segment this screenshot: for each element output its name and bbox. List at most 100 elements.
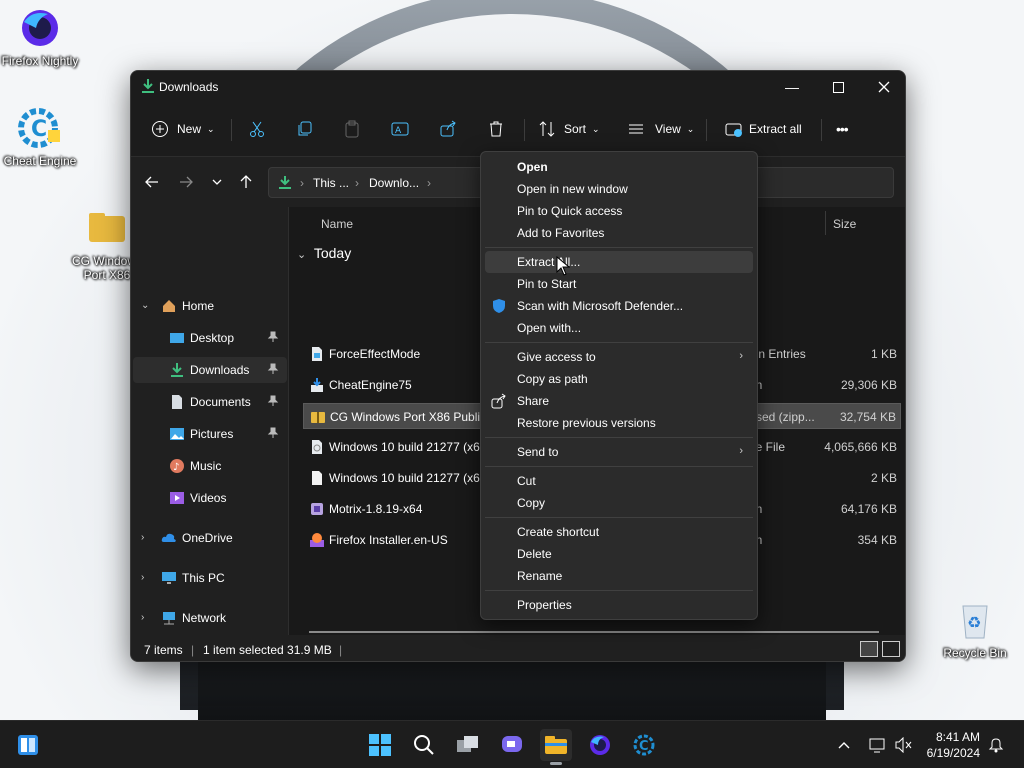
copy-icon: [298, 121, 312, 136]
download-arrow-icon: [279, 176, 291, 189]
sort-button[interactable]: Sort ⌄: [538, 113, 600, 145]
desktop-icon-firefox-nightly[interactable]: Firefox Nightly: [0, 6, 80, 68]
sidebar-item-downloads[interactable]: Downloads: [133, 357, 287, 383]
menu-item-share[interactable]: Share: [485, 390, 753, 412]
sidebar-item-documents[interactable]: Documents: [133, 389, 287, 415]
system-clock[interactable]: 8:41 AM 6/19/2024: [927, 729, 980, 761]
show-hidden-icons-button[interactable]: [834, 729, 854, 761]
share-button[interactable]: [439, 113, 457, 145]
menu-separator: [485, 342, 753, 343]
firefox-nightly-icon: [18, 6, 62, 50]
mouse-pointer-icon: [556, 256, 570, 276]
start-button[interactable]: [364, 729, 396, 761]
breadcrumb-separator: ›: [427, 176, 431, 190]
network-status-button[interactable]: [866, 729, 890, 761]
search-button[interactable]: [408, 729, 440, 761]
delete-button[interactable]: [487, 113, 505, 145]
see-more-button[interactable]: •••: [836, 113, 849, 145]
column-header-name[interactable]: Name: [321, 217, 353, 231]
file-name: CheatEngine75: [329, 378, 412, 392]
download-arrow-icon: [142, 79, 154, 93]
view-button[interactable]: View ⌄: [627, 113, 694, 145]
desktop-icon-recycle-bin[interactable]: ♻ Recycle Bin: [935, 598, 1015, 660]
chevron-down-icon: ⌄: [686, 123, 695, 134]
sidebar-item-network[interactable]: › Network: [133, 605, 287, 631]
menu-item-copy[interactable]: Copy: [485, 492, 753, 514]
menu-item-pin-quick-access[interactable]: Pin to Quick access: [485, 200, 753, 222]
arrow-left-icon: [145, 176, 158, 188]
rename-button[interactable]: A: [391, 113, 409, 145]
widgets-button[interactable]: [12, 729, 44, 761]
new-button[interactable]: New ⌄: [151, 113, 215, 145]
menu-item-open[interactable]: Open: [485, 156, 753, 178]
sidebar-item-onedrive[interactable]: › OneDrive: [133, 525, 287, 551]
back-button[interactable]: [141, 171, 163, 193]
up-button[interactable]: [235, 171, 257, 193]
menu-item-add-favorites[interactable]: Add to Favorites: [485, 222, 753, 244]
forward-button[interactable]: [175, 171, 197, 193]
desktop-icon-cheat-engine[interactable]: C Cheat Engine: [0, 106, 80, 168]
menu-item-copy-path[interactable]: Copy as path: [485, 368, 753, 390]
paste-button[interactable]: [343, 113, 361, 145]
menu-item-restore-versions[interactable]: Restore previous versions: [485, 412, 753, 434]
extract-all-button[interactable]: Extract all: [725, 113, 802, 145]
sidebar-item-pictures[interactable]: Pictures: [133, 421, 287, 447]
taskbar-file-explorer[interactable]: [540, 729, 572, 765]
taskbar-cheat-engine[interactable]: C: [628, 729, 660, 761]
file-size: 29,306 KB: [840, 378, 897, 392]
breadcrumb-downloads[interactable]: Downlo...: [369, 176, 419, 190]
minimize-button[interactable]: —: [769, 71, 815, 103]
file-name: CG Windows Port X86 Public: [330, 410, 487, 424]
taskbar: C 8:41 AM 6/19/2024: [0, 720, 1024, 768]
cut-button[interactable]: [248, 113, 266, 145]
menu-item-open-new-window[interactable]: Open in new window: [485, 178, 753, 200]
sidebar-item-home[interactable]: ⌄ Home: [133, 293, 287, 319]
windows-logo-icon: [369, 734, 391, 756]
navigation-pane: ⌄ Home Desktop Downloads Documents Pictu…: [131, 207, 289, 635]
menu-item-create-shortcut[interactable]: Create shortcut: [485, 521, 753, 543]
task-view-button[interactable]: [452, 729, 484, 761]
menu-item-pin-start[interactable]: Pin to Start: [485, 273, 753, 295]
sidebar-item-music[interactable]: ♪ Music: [133, 453, 287, 479]
details-view-button[interactable]: [860, 641, 878, 657]
video-icon: [170, 492, 184, 504]
search-icon: [414, 735, 434, 755]
toolbar-divider: [231, 119, 232, 141]
group-header-today[interactable]: ⌄ Today: [297, 245, 351, 261]
status-item-count: 7 items: [144, 643, 183, 657]
menu-item-open-with[interactable]: Open with...: [485, 317, 753, 339]
menu-item-send-to[interactable]: Send to ›: [485, 441, 753, 463]
sidebar-item-desktop[interactable]: Desktop: [133, 325, 287, 351]
taskbar-firefox-nightly[interactable]: [584, 729, 616, 761]
column-header-size[interactable]: Size: [833, 217, 856, 231]
maximize-button[interactable]: [815, 71, 861, 103]
menu-item-delete[interactable]: Delete: [485, 543, 753, 565]
zip-folder-icon: [311, 412, 325, 423]
task-view-icon: [457, 736, 478, 752]
chat-button[interactable]: [496, 729, 528, 761]
view-lines-icon: [629, 124, 643, 134]
menu-item-rename[interactable]: Rename: [485, 565, 753, 587]
status-selection: 1 item selected 31.9 MB: [203, 643, 332, 657]
sidebar-item-this-pc[interactable]: › This PC: [133, 565, 287, 591]
menu-item-give-access[interactable]: Give access to ›: [485, 346, 753, 368]
sidebar-item-videos[interactable]: Videos: [133, 485, 287, 511]
large-icons-view-button[interactable]: [882, 641, 900, 657]
menu-item-cut[interactable]: Cut: [485, 470, 753, 492]
copy-button[interactable]: [296, 113, 314, 145]
clipboard-icon: [345, 120, 359, 138]
volume-button[interactable]: [892, 729, 916, 761]
horizontal-scrollbar[interactable]: [309, 631, 879, 633]
sidebar-item-label: Pictures: [190, 427, 234, 441]
menu-item-scan-defender[interactable]: Scan with Microsoft Defender...: [485, 295, 753, 317]
breadcrumb-this-pc[interactable]: This ...: [313, 176, 349, 190]
recent-locations-button[interactable]: [206, 171, 228, 193]
pin-icon: [267, 395, 279, 406]
notifications-button[interactable]: [984, 729, 1008, 761]
menu-item-extract-all[interactable]: Extract All...: [485, 251, 753, 273]
menu-item-properties[interactable]: Properties: [485, 594, 753, 616]
title-bar[interactable]: Downloads —: [131, 71, 905, 103]
maximize-icon: [832, 81, 844, 93]
plus-circle-icon: [152, 121, 168, 137]
close-button[interactable]: [861, 71, 905, 103]
